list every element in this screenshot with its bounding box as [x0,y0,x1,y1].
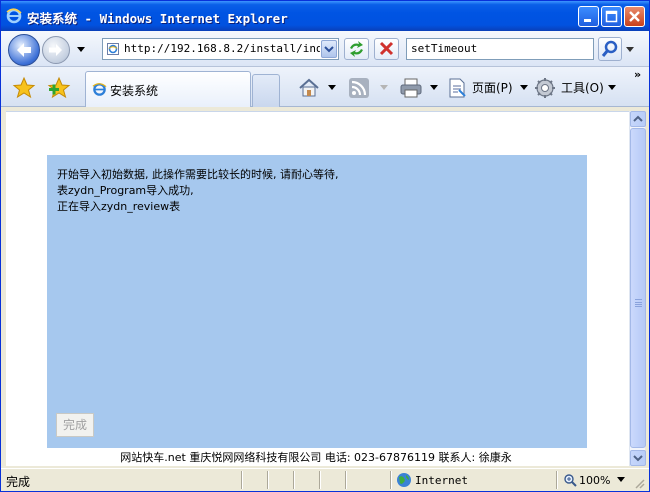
address-bar[interactable]: http://192.168.8.2/install/index. [102,38,339,60]
tab-label: 安装系统 [110,84,159,98]
status-divider [319,471,321,489]
status-divider [241,471,243,489]
stop-icon [379,41,394,56]
page-icon [107,43,119,55]
progress-message: 正在导入zydn_review表 [57,200,181,213]
feed-dropdown-icon[interactable] [380,85,388,91]
title-bar[interactable]: 安装系统 - Windows Internet Explorer [1,1,649,31]
search-input[interactable]: setTimeout [406,38,594,60]
history-dropdown-icon[interactable] [75,43,87,55]
security-zone[interactable]: Internet [415,474,468,487]
minimize-button[interactable] [578,6,599,27]
chevron-down-icon [324,46,334,53]
scroll-thumb[interactable] [630,128,646,448]
add-favorites-icon[interactable] [47,76,71,100]
window-title: 安装系统 - Windows Internet Explorer [27,11,288,26]
close-button[interactable] [624,6,645,27]
tools-gear-icon[interactable] [533,76,557,100]
home-icon[interactable] [297,76,321,100]
scroll-up-button[interactable] [630,111,646,127]
forward-arrow-icon [49,44,62,56]
status-divider [293,471,295,489]
refresh-icon [350,41,363,57]
tab-install-system[interactable]: 安装系统 [85,71,251,107]
address-url[interactable]: http://192.168.8.2/install/index. [124,42,320,55]
chevron-down-icon [633,455,643,462]
ie-icon [6,8,22,24]
tools-menu-label[interactable]: 工具(O) [561,79,604,96]
back-arrow-icon [17,43,31,57]
minimize-icon [584,19,591,22]
maximize-icon [605,10,618,23]
search-button[interactable] [598,37,622,61]
zoom-dropdown-icon[interactable] [617,477,625,483]
stop-button[interactable] [374,38,399,60]
close-icon [629,11,640,22]
page-menu-icon[interactable] [445,76,469,100]
search-icon [601,40,618,57]
print-icon[interactable] [398,76,424,100]
globe-icon [397,473,411,487]
progress-message: 开始导入初始数据, 此操作需要比较长的时候, 请耐心等待, [57,168,339,181]
search-options-icon[interactable] [624,44,636,54]
vertical-scrollbar[interactable] [629,111,646,466]
scroll-grip [635,299,642,307]
progress-message: 表zydn_Program导入成功, [57,184,194,197]
favorites-star-icon[interactable] [12,76,36,100]
status-divider [345,471,347,489]
home-dropdown-icon[interactable] [328,85,336,91]
status-bar: 完成 Internet 100% [1,468,649,491]
status-divider [390,471,392,489]
done-button[interactable]: 完成 [56,413,94,437]
status-text: 完成 [6,475,31,489]
print-dropdown-icon[interactable] [430,85,438,91]
install-progress-panel: 开始导入初始数据, 此操作需要比较长的时候, 请耐心等待, 表zydn_Prog… [47,155,587,448]
status-divider [267,471,269,489]
status-divider [556,471,558,489]
page-dropdown-icon[interactable] [520,85,528,91]
chevron-up-icon [633,115,643,122]
tab-toolbar: 安装系统 页面(P) 工具(O) » [1,67,649,107]
refresh-button[interactable] [344,38,369,60]
ie-window: 安装系统 - Windows Internet Explorer http://… [0,0,650,492]
page-footer: 网站快车.net 重庆悦网网络科技有限公司 电话: 023-67876119 联… [120,451,512,464]
back-button[interactable] [8,34,40,66]
new-tab-button[interactable] [252,74,280,107]
address-toolbar: http://192.168.8.2/install/index. setTim… [1,31,649,67]
address-dropdown-button[interactable] [321,40,337,58]
zoom-icon[interactable] [563,473,577,487]
zoom-level[interactable]: 100% [579,474,610,487]
scroll-down-button[interactable] [630,450,646,466]
more-tools-chevron[interactable]: » [634,68,641,81]
rss-feed-icon[interactable] [347,76,371,100]
page-menu-label[interactable]: 页面(P) [472,79,513,96]
ie-icon [92,83,107,96]
forward-button[interactable] [42,36,70,64]
resize-grip-icon[interactable] [633,477,645,489]
tools-dropdown-icon[interactable] [608,85,616,91]
maximize-button[interactable] [601,6,622,27]
search-value[interactable]: setTimeout [411,42,477,55]
